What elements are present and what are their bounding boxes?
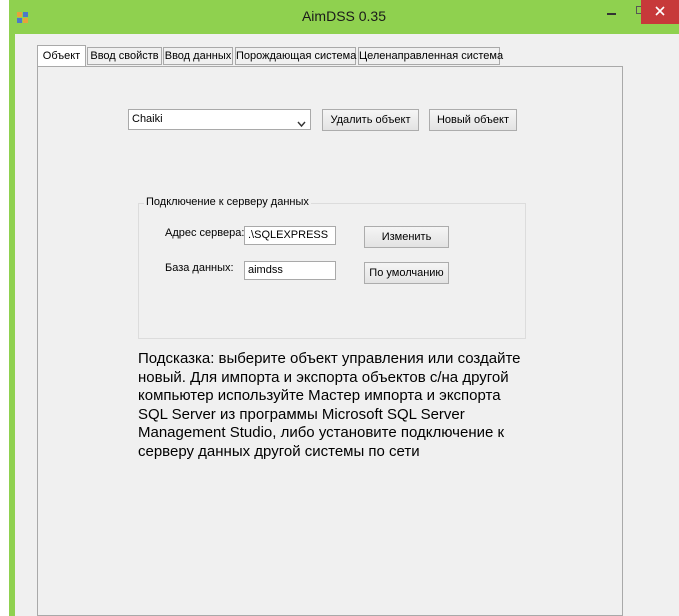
- object-select[interactable]: Chaiki: [128, 109, 311, 130]
- close-button[interactable]: [641, 0, 679, 24]
- client-area: Объект Ввод свойств Ввод данных Порождаю…: [15, 34, 679, 616]
- close-icon: [655, 3, 665, 21]
- default-database-button[interactable]: По умолчанию: [364, 262, 449, 284]
- database-label: База данных:: [165, 262, 234, 274]
- chevron-down-icon[interactable]: [297, 116, 306, 128]
- tab-generating-system[interactable]: Порождающая система: [235, 47, 356, 65]
- hint-text: Подсказка: выберите объект управления ил…: [138, 350, 521, 460]
- server-connection-group-title: Подключение к серверу данных: [144, 196, 311, 208]
- tab-object[interactable]: Объект: [37, 45, 86, 67]
- app-window: AimDSS 0.35 Объект Ввод свойств Ввод дан…: [9, 0, 679, 616]
- new-object-button[interactable]: Новый объект: [429, 109, 517, 131]
- object-tab-panel: Chaiki Удалить объект Новый объект Подкл…: [37, 66, 623, 616]
- database-name-input[interactable]: aimdss: [244, 261, 336, 280]
- server-address-input[interactable]: .\SQLEXPRESS: [244, 226, 336, 245]
- minimize-icon: [607, 3, 617, 21]
- tab-data-input[interactable]: Ввод данных: [163, 47, 233, 65]
- tab-properties-input[interactable]: Ввод свойств: [87, 47, 162, 65]
- tab-goal-directed-system[interactable]: Целенаправленная система: [358, 47, 503, 65]
- change-server-button[interactable]: Изменить: [364, 226, 449, 248]
- window-title: AimDSS 0.35: [301, 8, 387, 24]
- title-bar[interactable]: AimDSS 0.35: [9, 0, 679, 34]
- minimize-button[interactable]: [597, 0, 627, 24]
- object-select-value: Chaiki: [132, 113, 163, 125]
- server-address-label: Адрес сервера:: [165, 227, 245, 239]
- server-connection-group: Подключение к серверу данных Адрес серве…: [138, 196, 526, 339]
- delete-object-button[interactable]: Удалить объект: [322, 109, 419, 131]
